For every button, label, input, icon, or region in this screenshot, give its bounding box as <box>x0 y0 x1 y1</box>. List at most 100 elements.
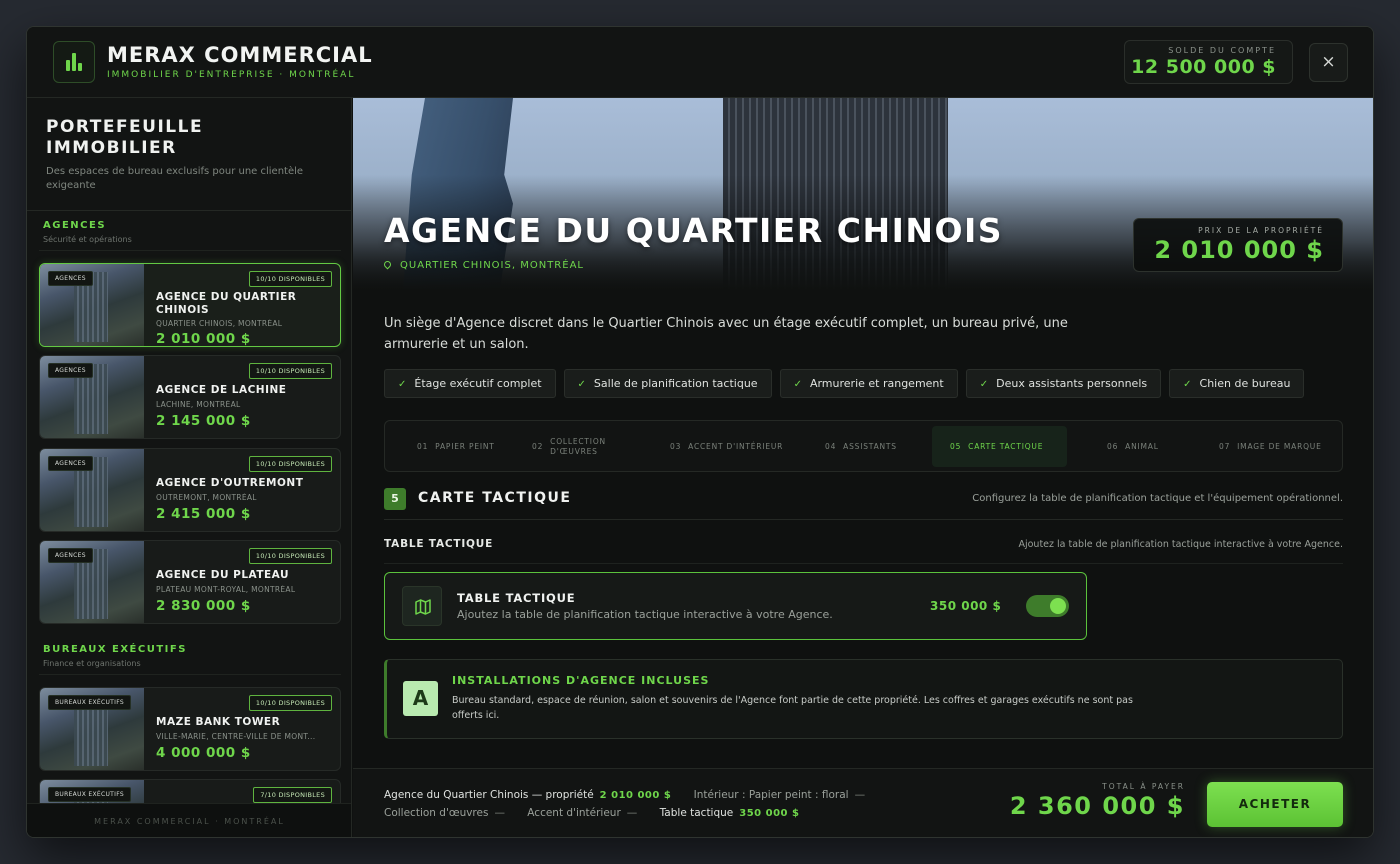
total-to-pay: TOTAL À PAYER 2 360 000 $ <box>1003 782 1185 820</box>
property-location: QUARTIER CHINOIS, MONTRÉAL <box>156 319 283 328</box>
subsection-description: Ajoutez la table de planification tactiq… <box>1018 539 1343 550</box>
availability-badge: 10/10 DISPONIBLES <box>248 695 332 711</box>
category-badge: AGENCES <box>48 548 93 563</box>
availability-badge: 7/10 DISPONIBLES <box>253 787 332 803</box>
feature-chip: ✓ Salle de planification tactique <box>563 369 772 398</box>
summary-accent: Accent d'intérieur <box>527 807 621 819</box>
tab-accent[interactable]: 03 ACCENT D'INTÉRIEUR <box>670 426 783 467</box>
section-sub-agences: Sécurité et opérations <box>43 235 132 244</box>
category-badge: AGENCES <box>48 271 93 286</box>
subsection-title: TABLE TACTIQUE <box>384 538 494 550</box>
sidebar-title: PORTEFEUILLE IMMOBILIER <box>46 117 204 158</box>
property-card[interactable]: AGENCES 10/10 DISPONIBLES AGENCE DE LACH… <box>39 355 341 439</box>
summary-table-price: 350 000 $ <box>739 808 800 819</box>
option-price: 350 000 $ <box>930 599 1002 613</box>
feature-chip: ✓ Étage exécutif complet <box>384 369 556 398</box>
option-description: Ajoutez la table de planification tactiq… <box>457 608 833 621</box>
check-icon: ✓ <box>398 379 407 390</box>
feature-chip: ✓ Chien de bureau <box>1169 369 1305 398</box>
sidebar: PORTEFEUILLE IMMOBILIER Des espaces de b… <box>27 98 352 837</box>
feature-chip: ✓ Armurerie et rangement <box>779 369 958 398</box>
total-value: 2 360 000 $ <box>1009 792 1185 820</box>
feature-chip: ✓ Deux assistants personnels <box>965 369 1162 398</box>
summary-property-label: Agence du Quartier Chinois — propriété <box>384 789 594 801</box>
availability-badge: 10/10 DISPONIBLES <box>248 456 332 472</box>
section-label-bureaux: BUREAUX EXÉCUTIFS <box>43 644 187 655</box>
property-location: QUARTIER CHINOIS, MONTRÉAL <box>382 259 584 271</box>
property-description: Un siège d'Agence discret dans le Quarti… <box>384 316 1068 352</box>
category-badge: BUREAUX EXÉCUTIFS <box>48 787 131 802</box>
property-title: AGENCE DU QUARTIER CHINOIS <box>384 211 1004 250</box>
hero-banner: AGENCE DU QUARTIER CHINOIS QUARTIER CHIN… <box>353 98 1373 290</box>
tab-collection[interactable]: 02 COLLECTION D'ŒUVRES <box>532 426 622 467</box>
property-price: 2 415 000 $ <box>156 506 251 522</box>
property-card[interactable]: AGENCES 10/10 DISPONIBLES AGENCE DU PLAT… <box>39 540 341 624</box>
app-window: MERAX COMMERCIAL IMMOBILIER D'ENTREPRISE… <box>26 26 1374 838</box>
summary-interior: Intérieur : Papier peint : floral <box>693 789 849 801</box>
check-icon: ✓ <box>793 379 802 390</box>
balance-value: 12 500 000 $ <box>1131 56 1276 78</box>
category-badge: BUREAUX EXÉCUTIFS <box>48 695 131 710</box>
property-name: AGENCE DU PLATEAU <box>156 569 289 581</box>
sidebar-description: Des espaces de bureau exclusifs pour une… <box>46 166 304 191</box>
property-name: MAZE BANK TOWER <box>156 716 281 728</box>
option-title: TABLE TACTIQUE <box>457 591 576 605</box>
property-card[interactable]: AGENCES 10/10 DISPONIBLES AGENCE D'OUTRE… <box>39 448 341 532</box>
tab-assistants[interactable]: 04 ASSISTANTS <box>825 426 897 467</box>
option-card-table-tactique[interactable]: TABLE TACTIQUE Ajoutez la table de plani… <box>384 572 1087 640</box>
availability-badge: 10/10 DISPONIBLES <box>248 548 332 564</box>
feature-list: ✓ Étage exécutif complet ✓ Salle de planif… <box>384 369 1305 398</box>
property-price-box: PRIX DE LA PROPRIÉTÉ 2 010 000 $ <box>1133 218 1343 272</box>
summary-line: Agence du Quartier Chinois — propriété 2 … <box>384 789 866 801</box>
price-value: 2 010 000 $ <box>1154 236 1324 264</box>
account-balance: SOLDE DU COMPTE 12 500 000 $ <box>1124 40 1293 84</box>
property-name: AGENCE DU QUARTIER CHINOIS <box>156 291 297 316</box>
step-tabs: 01 PAPIER PEINT 02 COLLECTION D'ŒUVRES 03 A… <box>384 420 1343 472</box>
section-description: Configurez la table de planification tac… <box>972 493 1343 504</box>
category-badge: AGENCES <box>48 363 93 378</box>
option-toggle[interactable] <box>1026 595 1069 617</box>
brand-subtitle: IMMOBILIER D'ENTREPRISE · MONTRÉAL <box>107 70 356 80</box>
check-icon: ✓ <box>577 379 586 390</box>
section-title: CARTE TACTIQUE <box>418 490 572 506</box>
property-location: LACHINE, MONTRÉAL <box>156 400 241 409</box>
included-title: INSTALLATIONS D'AGENCE INCLUSES <box>452 674 710 687</box>
section-header: 5 CARTE TACTIQUE Configurez la table de … <box>384 488 1343 520</box>
property-card[interactable]: BUREAUX EXÉCUTIFS 10/10 DISPONIBLES MAZE… <box>39 687 341 771</box>
total-label: TOTAL À PAYER <box>1102 782 1185 791</box>
tab-carte-tactique[interactable]: 05 CARTE TACTIQUE <box>932 426 1067 467</box>
buy-button[interactable]: ACHETER <box>1207 782 1343 827</box>
check-icon: ✓ <box>979 379 989 390</box>
included-description: Bureau standard, espace de réunion, salo… <box>452 695 1133 721</box>
sidebar-footer: MERAX COMMERCIAL · MONTRÉAL <box>27 803 351 837</box>
tab-papier-peint[interactable]: 01 PAPIER PEINT <box>417 426 495 467</box>
tab-image-de-marque[interactable]: 07 IMAGE DE MARQUE <box>1219 426 1322 467</box>
property-price: 4 000 000 $ <box>156 745 251 761</box>
availability-badge: 10/10 DISPONIBLES <box>248 271 332 287</box>
price-label: PRIX DE LA PROPRIÉTÉ <box>1198 226 1324 235</box>
property-name: AGENCE D'OUTREMONT <box>156 477 304 489</box>
property-card[interactable]: AGENCES 10/10 DISPONIBLES AGENCE DU QUAR… <box>39 263 341 347</box>
header: MERAX COMMERCIAL IMMOBILIER D'ENTREPRISE… <box>27 27 1373 98</box>
divider <box>27 210 351 211</box>
section-label-agences: AGENCES <box>43 220 107 231</box>
property-price: 2 830 000 $ <box>156 598 251 614</box>
summary-table: Table tactique <box>659 807 734 819</box>
map-icon <box>402 586 442 626</box>
subsection-header: TABLE TACTIQUE Ajoutez la table de plani… <box>384 538 1343 564</box>
location-pin-icon <box>382 259 393 270</box>
balance-label: SOLDE DU COMPTE <box>1168 46 1276 55</box>
summary-art: Collection d'œuvres <box>384 807 489 819</box>
close-button[interactable]: × <box>1309 43 1348 82</box>
property-price: 2 010 000 $ <box>156 331 251 347</box>
property-location: VILLE-MARIE, CENTRE-VILLE DE MONT... <box>156 732 316 741</box>
category-badge: AGENCES <box>48 456 93 471</box>
property-location: OUTREMONT, MONTRÉAL <box>156 493 257 502</box>
toggle-knob <box>1050 598 1066 614</box>
summary-line: Collection d'œuvres — Accent d'intérieur —… <box>384 807 800 819</box>
brand-title: MERAX COMMERCIAL <box>107 43 373 67</box>
tab-animal[interactable]: 06 ANIMAL <box>1107 426 1159 467</box>
section-sub-bureaux: Finance et organisations <box>43 659 141 668</box>
bar-chart-icon <box>53 41 95 83</box>
divider <box>39 674 341 675</box>
